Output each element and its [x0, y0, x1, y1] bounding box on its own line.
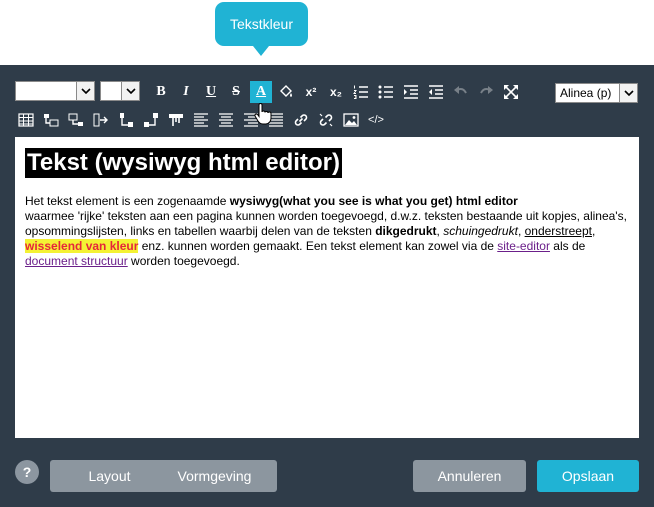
cell-split-icon — [120, 113, 133, 127]
cell-merge-icon — [144, 113, 158, 127]
chevron-down-icon — [619, 84, 637, 102]
code-icon: </> — [368, 114, 384, 126]
align-center-button[interactable] — [215, 109, 237, 131]
paragraph-format-value: Alinea (p) — [560, 86, 612, 100]
undo-button[interactable] — [450, 81, 472, 103]
numbered-list-button[interactable] — [350, 81, 372, 103]
fullscreen-button[interactable] — [500, 81, 522, 103]
vormgeving-button-label: Vormgeving — [177, 468, 252, 484]
layout-button-label: Layout — [88, 468, 131, 484]
row-insert-before-button[interactable] — [40, 109, 62, 131]
help-button[interactable]: ? — [15, 460, 39, 484]
cell-split-button[interactable] — [115, 109, 137, 131]
underline-icon: U — [205, 84, 217, 99]
column-insert-icon — [93, 113, 108, 127]
text-italic: schuingedrukt — [443, 224, 518, 238]
subscript-button[interactable]: x₂ — [325, 81, 347, 103]
tooltip-text: Tekstkleur — [229, 16, 294, 32]
content-paragraph-1: Het tekst element is een zogenaamde wysi… — [25, 194, 629, 209]
strikethrough-icon: S — [232, 84, 240, 99]
font-family-select[interactable] — [15, 81, 95, 101]
tooltip-arrow — [253, 46, 269, 56]
align-left-button[interactable] — [190, 109, 212, 131]
superscript-button[interactable]: x² — [300, 81, 322, 103]
column-insert-button[interactable] — [90, 109, 112, 131]
remove-link-button[interactable] — [315, 109, 337, 131]
background-color-button[interactable] — [275, 81, 297, 103]
paint-bucket-icon — [280, 85, 292, 97]
superscript-icon: x² — [305, 85, 317, 99]
row-insert-after-button[interactable] — [65, 109, 87, 131]
bullet-list-button[interactable] — [375, 81, 397, 103]
editor-dialog: B I U S A x² x₂ Alinea (p) </> Tekst (wy… — [0, 65, 654, 507]
separator: , — [592, 224, 596, 238]
italic-button[interactable]: I — [175, 81, 197, 103]
insert-image-button[interactable] — [340, 109, 362, 131]
row-before-icon — [44, 114, 59, 127]
text-color-icon: A — [255, 84, 267, 99]
text-color-button[interactable]: A — [250, 81, 272, 103]
subscript-icon: x₂ — [329, 85, 342, 99]
dialog-footer: ? Layout Vormgeving Annuleren Opslaan — [0, 438, 654, 507]
redo-icon — [480, 86, 493, 94]
table-icon — [18, 113, 34, 127]
text-color-tooltip: Tekstkleur — [215, 2, 308, 46]
cancel-button[interactable]: Annuleren — [413, 460, 526, 492]
undo-icon — [454, 86, 467, 94]
content-heading: Tekst (wysiwyg html editor) — [25, 148, 342, 178]
text-rest: enz. kunnen worden gemaakt. Een tekst el… — [138, 239, 498, 253]
text-intro: Het tekst element is een zogenaamde — [25, 194, 230, 208]
cell-merge-button[interactable] — [140, 109, 162, 131]
help-icon: ? — [22, 464, 32, 480]
document-structure-link[interactable]: document structuur — [25, 254, 128, 268]
indent-button[interactable] — [400, 81, 422, 103]
bold-icon: B — [156, 84, 166, 99]
site-editor-link[interactable]: site-editor — [497, 239, 550, 253]
image-icon — [343, 113, 359, 127]
delete-table-icon — [169, 114, 183, 126]
text-mid: als de — [549, 239, 586, 253]
unlink-icon — [319, 113, 333, 127]
save-button-label: Opslaan — [561, 468, 615, 484]
indent-icon — [404, 85, 418, 99]
source-code-button[interactable]: </> — [365, 109, 387, 131]
delete-table-button[interactable] — [165, 109, 187, 131]
underline-button[interactable]: U — [200, 81, 222, 103]
redo-button[interactable] — [475, 81, 497, 103]
save-button[interactable]: Opslaan — [537, 460, 639, 492]
text-highlight: wisselend van kleur — [25, 239, 139, 253]
cancel-button-label: Annuleren — [437, 468, 502, 484]
vormgeving-button[interactable]: Vormgeving — [152, 460, 277, 492]
text-bold-wysiwyg: wysiwyg(what you see is what you get) ht… — [229, 194, 518, 208]
italic-icon: I — [183, 84, 189, 99]
editor-toolbar: B I U S A x² x₂ Alinea (p) </> — [0, 65, 654, 137]
align-left-icon — [194, 113, 208, 127]
font-size-select[interactable] — [100, 81, 140, 101]
insert-link-button[interactable] — [290, 109, 312, 131]
text-bold: dikgedrukt — [375, 224, 437, 238]
link-icon — [294, 114, 308, 126]
outdent-button[interactable] — [425, 81, 447, 103]
strikethrough-button[interactable]: S — [225, 81, 247, 103]
bullet-list-icon — [378, 85, 393, 99]
row-after-icon — [68, 113, 83, 126]
numbered-list-icon — [353, 85, 368, 99]
align-center-icon — [219, 113, 233, 127]
paragraph-format-select[interactable]: Alinea (p) — [555, 83, 638, 103]
chevron-down-icon — [76, 82, 94, 100]
bold-button[interactable]: B — [150, 81, 172, 103]
text-underline: onderstreept — [524, 224, 592, 238]
editor-content-area[interactable]: Tekst (wysiwyg html editor) Het tekst el… — [15, 137, 639, 438]
separator: , — [517, 224, 525, 238]
text-end: worden toegevoegd. — [127, 254, 240, 268]
fullscreen-icon — [504, 85, 518, 99]
insert-table-button[interactable] — [15, 109, 37, 131]
outdent-icon — [429, 85, 443, 99]
content-paragraph-2: waarmee 'rijke' teksten aan een pagina k… — [25, 209, 629, 269]
hand-cursor-icon — [254, 102, 272, 125]
chevron-down-icon — [121, 82, 139, 100]
